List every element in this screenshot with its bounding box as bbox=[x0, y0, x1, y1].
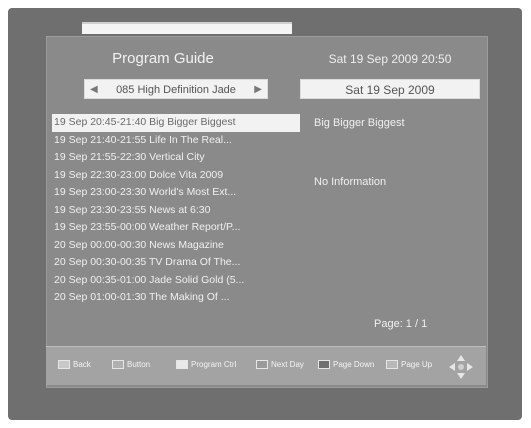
top-highlight-strip bbox=[82, 22, 292, 34]
program-detail-title: Big Bigger Biggest bbox=[314, 117, 405, 129]
legend-item-next-day: Next Day bbox=[256, 360, 304, 369]
legend-item-button: Button bbox=[112, 360, 150, 369]
program-row[interactable]: 19 Sep 21:40-21:55 Life In The Real... bbox=[52, 132, 300, 150]
program-row[interactable]: 19 Sep 20:45-21:40 Big Bigger Biggest bbox=[52, 114, 300, 132]
program-row[interactable]: 19 Sep 23:30-23:55 News at 6:30 bbox=[52, 202, 300, 220]
legend-label: Next Day bbox=[271, 360, 304, 369]
page-indicator: Page: 1 / 1 bbox=[374, 318, 428, 330]
key-swatch-icon bbox=[386, 360, 398, 369]
program-row[interactable]: 19 Sep 23:00-23:30 World's Most Ext... bbox=[52, 184, 300, 202]
key-swatch-icon bbox=[58, 360, 70, 369]
program-row[interactable]: 19 Sep 23:55-00:00 Weather Report/P... bbox=[52, 219, 300, 237]
legend-label: Button bbox=[127, 360, 151, 369]
chevron-right-icon[interactable]: ▶ bbox=[254, 80, 262, 100]
legend-item-page-up: Page Up bbox=[386, 360, 432, 369]
legend-item-page-down: Page Down bbox=[318, 360, 374, 369]
legend-item-back: Back bbox=[58, 360, 91, 369]
channel-name: 085 High Definition Jade bbox=[116, 84, 236, 96]
program-row[interactable]: 20 Sep 01:00-01:30 The Making Of ... bbox=[52, 289, 300, 307]
date-selector[interactable]: Sat 19 Sep 2009 bbox=[300, 79, 480, 99]
program-row[interactable]: 20 Sep 00:00-00:30 News Magazine bbox=[52, 237, 300, 255]
navigation-arrows-icon bbox=[449, 355, 473, 379]
page-title: Program Guide bbox=[112, 50, 214, 67]
channel-selector[interactable]: ◀ 085 High Definition Jade ▶ bbox=[84, 79, 268, 99]
key-swatch-icon bbox=[318, 360, 330, 369]
legend-label: Page Down bbox=[333, 360, 375, 369]
program-detail-info: No Information bbox=[314, 176, 387, 188]
chevron-left-icon[interactable]: ◀ bbox=[90, 80, 98, 100]
program-row[interactable]: 20 Sep 00:30-00:35 TV Drama Of The... bbox=[52, 254, 300, 272]
program-row[interactable]: 19 Sep 21:55-22:30 Vertical City bbox=[52, 149, 300, 167]
legend-label: Back bbox=[73, 360, 91, 369]
key-swatch-icon bbox=[176, 360, 188, 369]
program-row[interactable]: 19 Sep 22:30-23:00 Dolce Vita 2009 bbox=[52, 167, 300, 185]
key-swatch-icon bbox=[256, 360, 268, 369]
legend-label: Page Up bbox=[401, 360, 433, 369]
key-swatch-icon bbox=[112, 360, 124, 369]
legend-label: Program Ctrl bbox=[191, 360, 237, 369]
program-row[interactable]: 20 Sep 00:35-01:00 Jade Solid Gold (5... bbox=[52, 272, 300, 290]
program-list: 19 Sep 20:45-21:40 Big Bigger Biggest 19… bbox=[52, 114, 300, 307]
legend-item-program-ctrl: Program Ctrl bbox=[176, 360, 236, 369]
current-datetime: Sat 19 Sep 2009 20:50 bbox=[328, 52, 452, 66]
